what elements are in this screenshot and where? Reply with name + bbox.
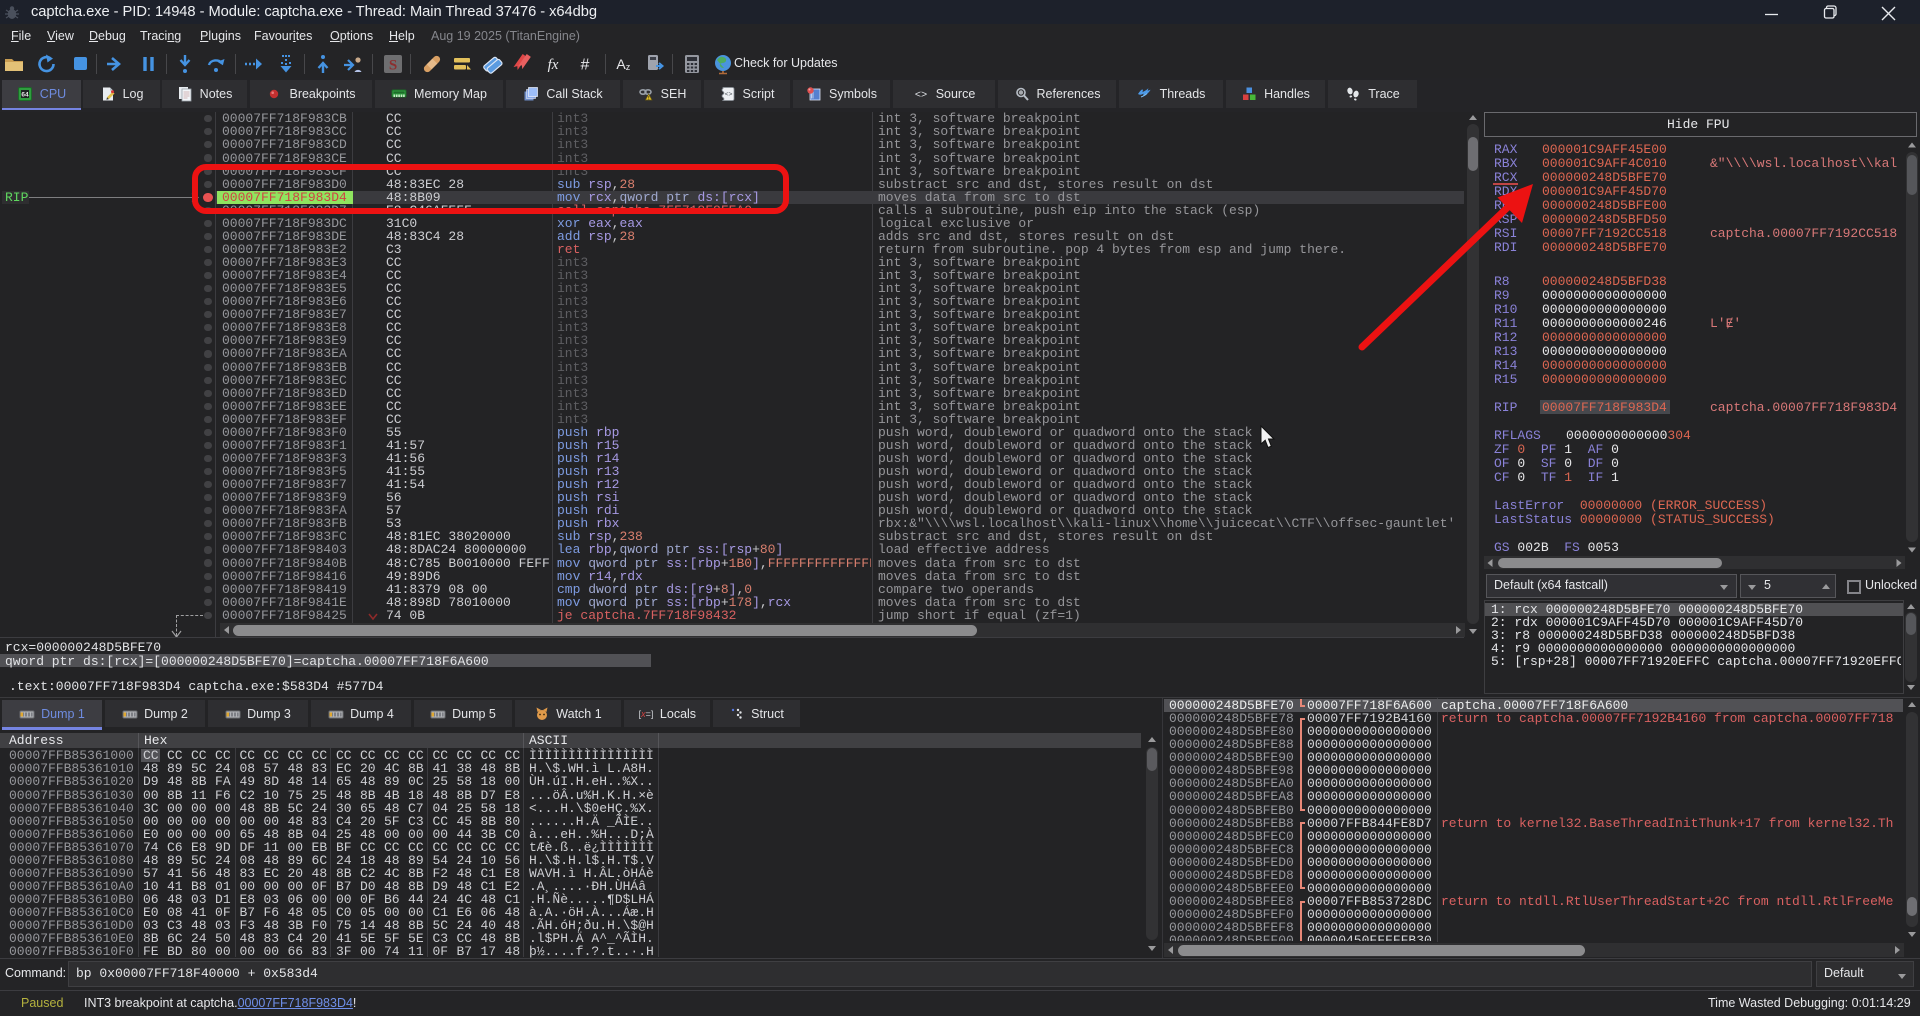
svg-text:!: !	[648, 96, 650, 102]
svg-text:<>: <>	[915, 89, 927, 101]
svg-text:64: 64	[21, 92, 29, 99]
svg-text:S: S	[389, 58, 397, 74]
svg-text:[x=]: [x=]	[639, 709, 654, 719]
svg-text:<>: <>	[724, 91, 732, 98]
svg-text:#: #	[581, 57, 590, 74]
svg-text:z: z	[626, 62, 631, 72]
svg-text:fx: fx	[548, 57, 559, 73]
